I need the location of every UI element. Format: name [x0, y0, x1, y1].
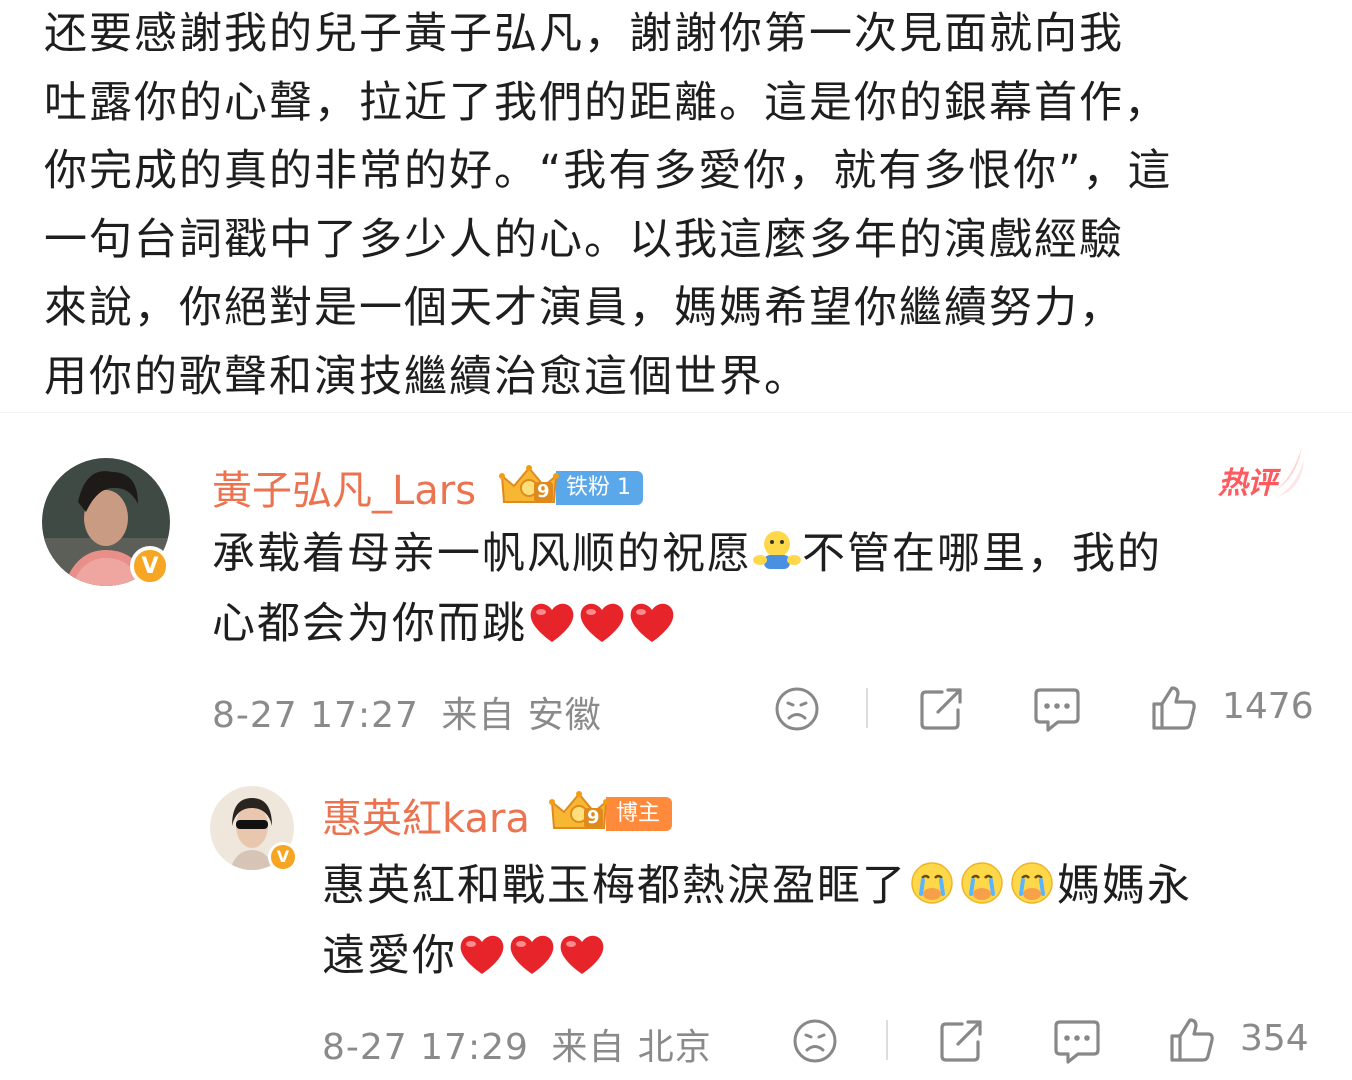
like-count: 354 [1240, 1018, 1309, 1059]
comment-username[interactable]: 黃子弘凡_Lars [212, 458, 476, 516]
post-line: 一句台詞戳中了多少人的心。以我這麼多年的演戲經驗 [44, 214, 1124, 265]
hug-emoji [752, 528, 802, 592]
fan-badge[interactable]: 9 铁粉 1 [498, 464, 643, 512]
post-line: 你完成的真的非常的好。“我有多愛你，就有多恨你”，這 [44, 146, 1173, 196]
post-text: 还要感謝我的兒子黃子弘凡，謝謝你第一次見面就向我 吐露你的心聲，拉近了我們的距離… [44, 0, 1319, 411]
action-divider [866, 688, 868, 728]
badge-level: 9 [584, 808, 603, 828]
avatar[interactable]: V [42, 458, 170, 586]
badge-level: 9 [534, 482, 553, 502]
badge-label: 博主 [606, 797, 673, 831]
post-line: 用你的歌聲和演技繼續治愈這個世界。 [44, 351, 809, 402]
fan-badge[interactable]: 9 博主 [548, 790, 673, 838]
red-heart-emoji [577, 598, 627, 662]
sad-face-icon[interactable] [774, 686, 820, 732]
action-divider [886, 1020, 888, 1060]
comment-username[interactable]: 惠英紅kara [322, 786, 530, 844]
divider [0, 412, 1352, 413]
comment-time: 8-27 17:29 [322, 1027, 529, 1068]
red-heart-emoji [527, 598, 577, 662]
comment-text-part: 心都会为你而跳 [212, 599, 527, 649]
crying-emoji [907, 860, 957, 924]
comment-icon[interactable] [1052, 1018, 1102, 1066]
verified-v-icon: V [130, 546, 170, 586]
share-icon[interactable] [938, 1018, 986, 1064]
crown-badge-icon: 9 [548, 790, 610, 838]
badge-label: 铁粉 1 [556, 471, 643, 505]
comment-text-part: 惠英紅和戰玉梅都熱淚盈眶了 [322, 861, 907, 911]
comment-source: 来自 安徽 [441, 695, 602, 736]
comment-text-part: 媽媽永 [1057, 861, 1192, 911]
like-count: 1476 [1222, 686, 1314, 727]
post-line: 來說，你絕對是一個天才演員，媽媽希望你繼續努力， [44, 283, 1124, 333]
comment-text-part: 不管在哪里，我的 [802, 529, 1162, 579]
hot-comment-label: 热评 [1218, 466, 1277, 501]
red-heart-emoji [557, 930, 607, 994]
sad-face-icon[interactable] [792, 1018, 838, 1064]
post-line: 吐露你的心聲，拉近了我們的距離。這是你的銀幕首作， [44, 77, 1169, 128]
comment-source: 来自 北京 [551, 1027, 712, 1068]
post-line: 还要感謝我的兒子黃子弘凡，謝謝你第一次見面就向我 [44, 9, 1124, 59]
crying-emoji [1007, 860, 1057, 924]
red-heart-emoji [457, 930, 507, 994]
comment-text: 承载着母亲一帆风顺的祝愿 不管在哪里，我的 心都会为你而跳 [212, 522, 1162, 662]
comment-icon[interactable] [1032, 686, 1082, 734]
comment-text-part: 承载着母亲一帆风顺的祝愿 [212, 529, 752, 579]
comment-text-part: 遠愛你 [322, 931, 457, 981]
avatar[interactable]: V [210, 786, 298, 872]
share-icon[interactable] [918, 686, 966, 732]
comment-time: 8-27 17:27 [212, 695, 419, 736]
comment-meta: 8-27 17:29 来自 北京 [322, 1018, 712, 1070]
comment-meta: 8-27 17:27 来自 安徽 [212, 686, 602, 738]
red-heart-emoji [507, 930, 557, 994]
crown-badge-icon: 9 [498, 464, 560, 512]
thumbs-up-icon[interactable] [1168, 1016, 1216, 1064]
thumbs-up-icon[interactable] [1150, 684, 1198, 732]
comment-text: 惠英紅和戰玉梅都熱淚盈眶了 媽媽永 遠愛你 [322, 854, 1192, 994]
red-heart-emoji [627, 598, 677, 662]
verified-v-icon: V [268, 842, 298, 872]
crying-emoji [957, 860, 1007, 924]
